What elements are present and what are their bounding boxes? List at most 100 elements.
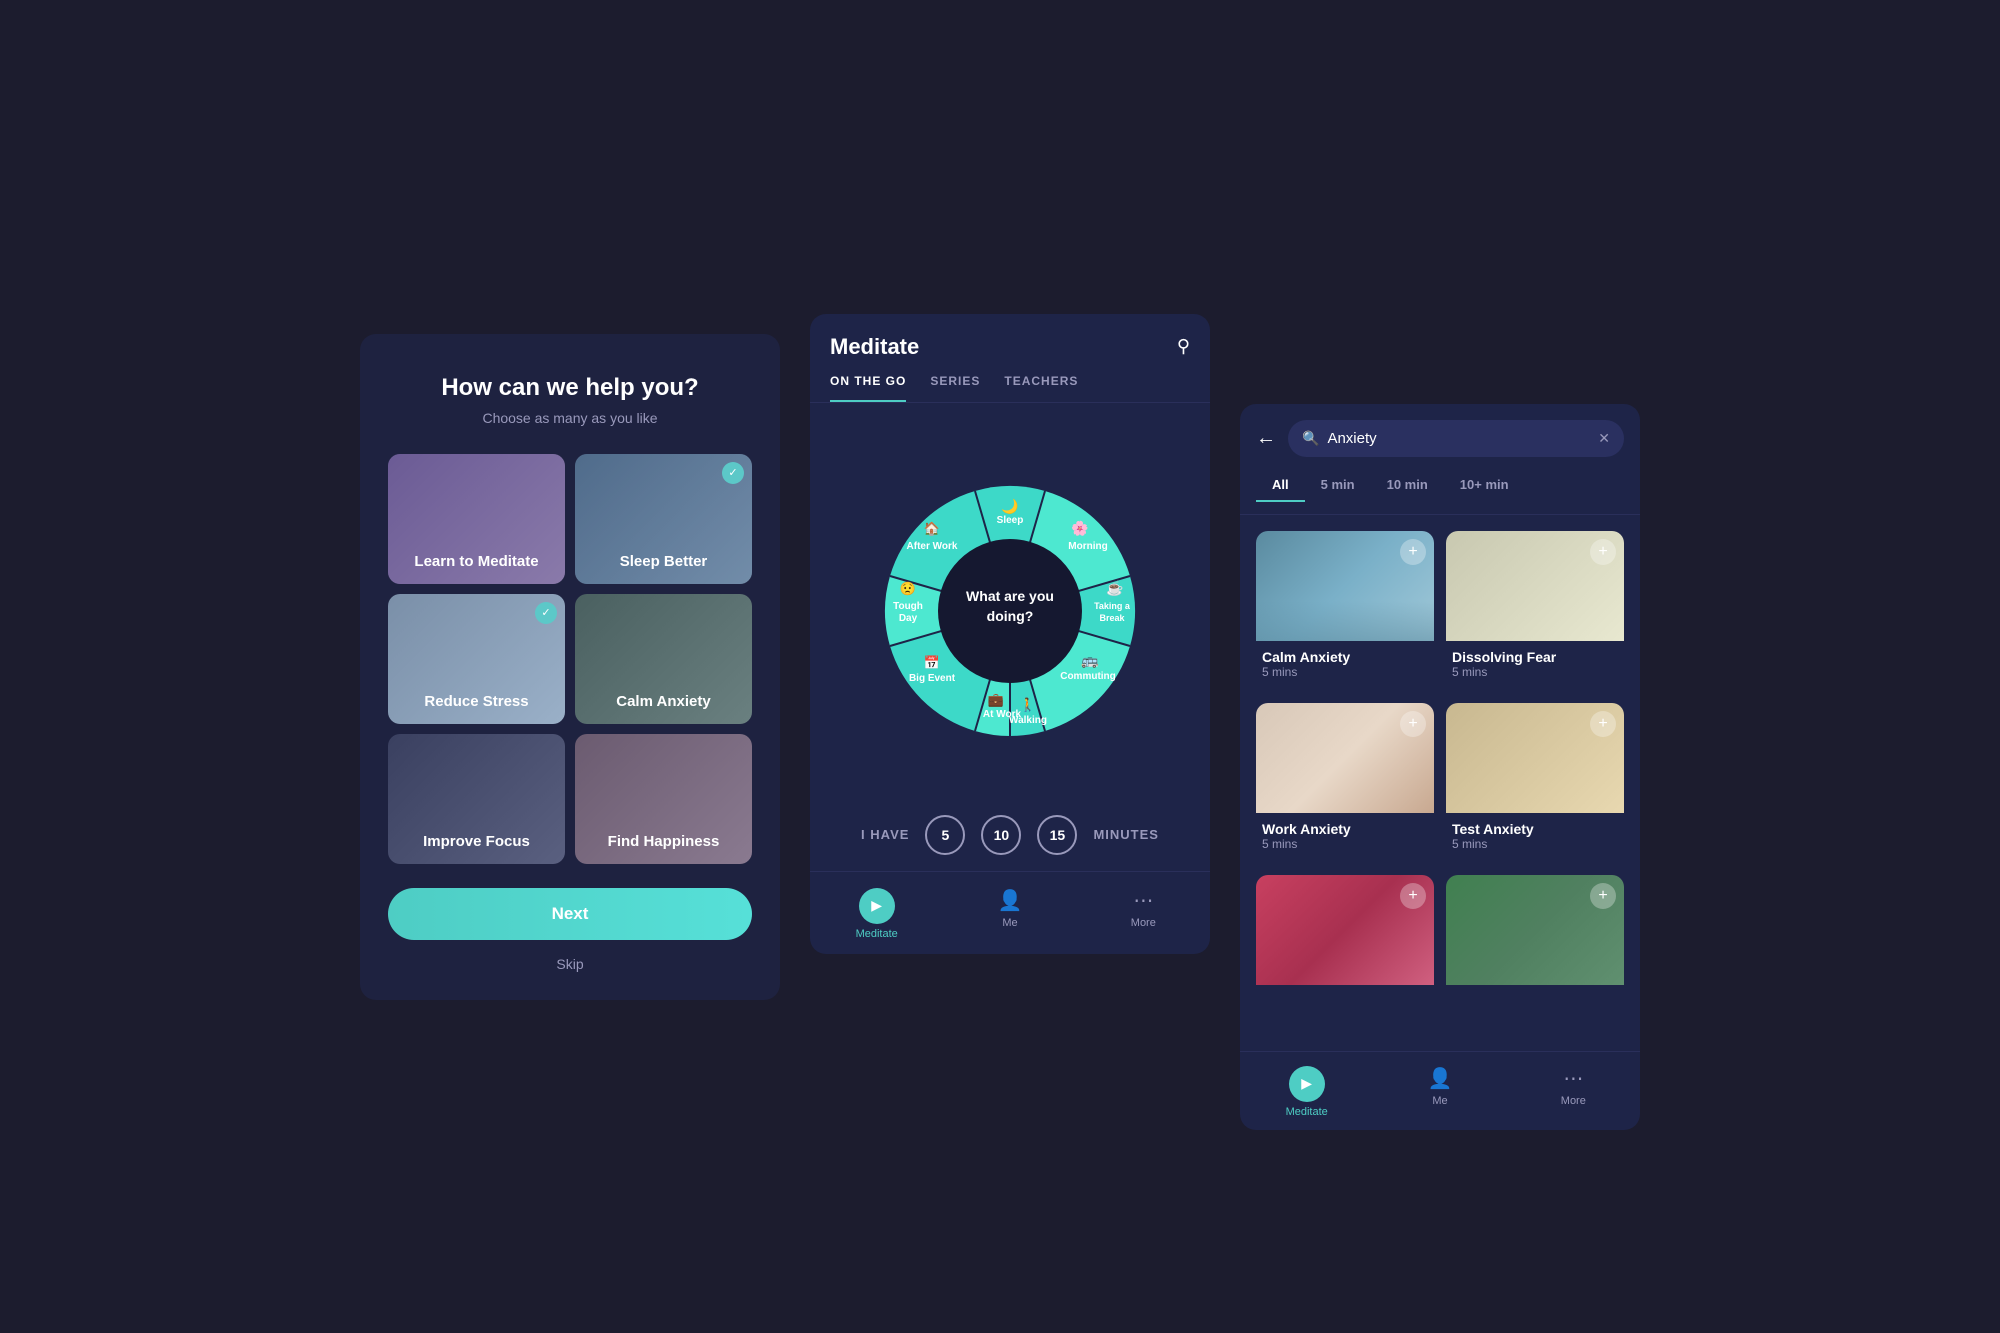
nav-more[interactable]: ⋯ More bbox=[1077, 882, 1210, 940]
test-anxiety-title: Test Anxiety bbox=[1452, 821, 1618, 837]
screen3-nav-me-label: Me bbox=[1432, 1095, 1447, 1107]
wheel-center-text-2: doing? bbox=[987, 608, 1034, 624]
segment-label-tough-2: Day bbox=[899, 613, 918, 624]
option-reduce-label: Reduce Stress bbox=[424, 693, 528, 710]
segment-label-commuting: Commuting bbox=[1060, 671, 1116, 682]
tab-series[interactable]: SERIES bbox=[930, 374, 980, 402]
screen-search: ← 🔍 ✕ All 5 min 10 min 10+ min + Calm An… bbox=[1240, 404, 1640, 1130]
screen3-nav-meditate-label: Meditate bbox=[1286, 1106, 1328, 1118]
nav-me-label: Me bbox=[1002, 917, 1017, 929]
minute-10[interactable]: 10 bbox=[981, 815, 1021, 855]
result-5-add[interactable]: + bbox=[1400, 883, 1426, 909]
minutes-prefix: I HAVE bbox=[861, 827, 909, 842]
calm-anxiety-info: Calm Anxiety 5 mins bbox=[1256, 641, 1434, 683]
screen3-meditate-icon: ▶ bbox=[1289, 1066, 1325, 1102]
activity-wheel[interactable]: What are you doing? Sleep 🌙 Morning 🌸 Ta… bbox=[860, 461, 1160, 761]
segment-icon-after-work: 🏠 bbox=[924, 521, 940, 536]
segment-icon-sleep: 🌙 bbox=[1001, 498, 1018, 515]
search-clear-button[interactable]: ✕ bbox=[1598, 430, 1610, 447]
option-happiness[interactable]: Find Happiness bbox=[575, 734, 752, 864]
segment-label-sleep: Sleep bbox=[997, 515, 1024, 526]
minutes-row: I HAVE 5 10 15 MINUTES bbox=[810, 799, 1210, 871]
minute-5[interactable]: 5 bbox=[925, 815, 965, 855]
activity-wheel-container: What are you doing? Sleep 🌙 Morning 🌸 Ta… bbox=[810, 403, 1210, 799]
filter-10plus[interactable]: 10+ min bbox=[1444, 469, 1525, 502]
filter-5min[interactable]: 5 min bbox=[1305, 469, 1371, 502]
nav-meditate[interactable]: ▶ Meditate bbox=[810, 882, 943, 940]
search-input[interactable] bbox=[1327, 430, 1590, 447]
segment-label-at-work: At Work bbox=[983, 709, 1022, 720]
more-nav-icon: ⋯ bbox=[1133, 888, 1153, 913]
result-work-anxiety[interactable]: + Work Anxiety 5 mins bbox=[1256, 703, 1434, 863]
option-sleep[interactable]: ✓ Sleep Better bbox=[575, 454, 752, 584]
filter-all[interactable]: All bbox=[1256, 469, 1305, 502]
segment-icon-morning: 🌸 bbox=[1071, 520, 1088, 537]
test-anxiety-add[interactable]: + bbox=[1590, 711, 1616, 737]
segment-icon-tough-day: 😟 bbox=[900, 581, 916, 596]
meditate-nav-icon: ▶ bbox=[859, 888, 895, 924]
segment-label-tough-1: Tough bbox=[893, 601, 923, 612]
options-grid: Learn to Meditate ✓ Sleep Better ✓ Reduc… bbox=[388, 454, 752, 864]
screen2-nav: ▶ Meditate 👤 Me ⋯ More bbox=[810, 871, 1210, 954]
results-grid: + Calm Anxiety 5 mins + Dissolving Fear … bbox=[1240, 515, 1640, 1051]
work-anxiety-add[interactable]: + bbox=[1400, 711, 1426, 737]
dissolving-fear-duration: 5 mins bbox=[1452, 665, 1618, 679]
result-dissolving-fear[interactable]: + Dissolving Fear 5 mins bbox=[1446, 531, 1624, 691]
work-anxiety-info: Work Anxiety 5 mins bbox=[1256, 813, 1434, 855]
tab-on-the-go[interactable]: ON THE GO bbox=[830, 374, 906, 402]
dissolving-fear-add[interactable]: + bbox=[1590, 539, 1616, 565]
nav-more-label: More bbox=[1131, 917, 1156, 929]
option-calm[interactable]: Calm Anxiety bbox=[575, 594, 752, 724]
option-reduce[interactable]: ✓ Reduce Stress bbox=[388, 594, 565, 724]
calm-anxiety-add[interactable]: + bbox=[1400, 539, 1426, 565]
sleep-check: ✓ bbox=[722, 462, 744, 484]
option-happiness-label: Find Happiness bbox=[608, 833, 720, 850]
result-test-anxiety[interactable]: + Test Anxiety 5 mins bbox=[1446, 703, 1624, 863]
segment-label-morning: Morning bbox=[1068, 541, 1107, 552]
search-bar-icon: 🔍 bbox=[1302, 430, 1319, 447]
result-5-image: + bbox=[1256, 875, 1434, 985]
work-anxiety-image: + bbox=[1256, 703, 1434, 813]
tab-teachers[interactable]: TEACHERS bbox=[1004, 374, 1078, 402]
segment-label-after-work: After Work bbox=[907, 541, 958, 552]
segment-icon-commuting: 🚌 bbox=[1081, 652, 1099, 669]
calm-anxiety-title: Calm Anxiety bbox=[1262, 649, 1428, 665]
meditate-search-button[interactable]: ⚲ bbox=[1177, 336, 1190, 357]
back-button[interactable]: ← bbox=[1256, 427, 1276, 450]
work-anxiety-duration: 5 mins bbox=[1262, 837, 1428, 851]
me-nav-icon: 👤 bbox=[998, 888, 1023, 913]
search-bar[interactable]: 🔍 ✕ bbox=[1288, 420, 1624, 457]
minute-15[interactable]: 15 bbox=[1037, 815, 1077, 855]
result-6[interactable]: + bbox=[1446, 875, 1624, 1035]
next-button[interactable]: Next bbox=[388, 888, 752, 940]
calm-anxiety-image: + bbox=[1256, 531, 1434, 641]
calm-anxiety-duration: 5 mins bbox=[1262, 665, 1428, 679]
meditate-title: Meditate bbox=[830, 334, 919, 360]
segment-icon-walking: 🚶 bbox=[1020, 697, 1036, 712]
dissolving-fear-title: Dissolving Fear bbox=[1452, 649, 1618, 665]
segment-label-break-2: Break bbox=[1099, 613, 1125, 623]
option-focus[interactable]: Improve Focus bbox=[388, 734, 565, 864]
option-focus-label: Improve Focus bbox=[423, 833, 530, 850]
option-learn[interactable]: Learn to Meditate bbox=[388, 454, 565, 584]
wheel-center-text-1: What are you bbox=[966, 588, 1054, 604]
nav-me[interactable]: 👤 Me bbox=[943, 882, 1076, 940]
minutes-suffix: MINUTES bbox=[1093, 827, 1159, 842]
filter-10min[interactable]: 10 min bbox=[1371, 469, 1444, 502]
screen3-nav-more[interactable]: ⋯ More bbox=[1507, 1060, 1640, 1118]
option-sleep-label: Sleep Better bbox=[620, 553, 708, 570]
skip-link[interactable]: Skip bbox=[556, 956, 583, 972]
segment-label-big-event: Big Event bbox=[909, 673, 956, 684]
screen3-more-icon: ⋯ bbox=[1563, 1066, 1583, 1091]
screen3-nav-me[interactable]: 👤 Me bbox=[1373, 1060, 1506, 1118]
result-calm-anxiety[interactable]: + Calm Anxiety 5 mins bbox=[1256, 531, 1434, 691]
onboarding-title: How can we help you? bbox=[441, 374, 698, 402]
dissolving-fear-image: + bbox=[1446, 531, 1624, 641]
result-6-add[interactable]: + bbox=[1590, 883, 1616, 909]
result-5[interactable]: + bbox=[1256, 875, 1434, 1035]
screen3-nav-meditate[interactable]: ▶ Meditate bbox=[1240, 1060, 1373, 1118]
work-anxiety-title: Work Anxiety bbox=[1262, 821, 1428, 837]
meditate-header: Meditate ⚲ bbox=[810, 314, 1210, 360]
search-header: ← 🔍 ✕ bbox=[1240, 404, 1640, 469]
nav-meditate-label: Meditate bbox=[856, 928, 898, 940]
